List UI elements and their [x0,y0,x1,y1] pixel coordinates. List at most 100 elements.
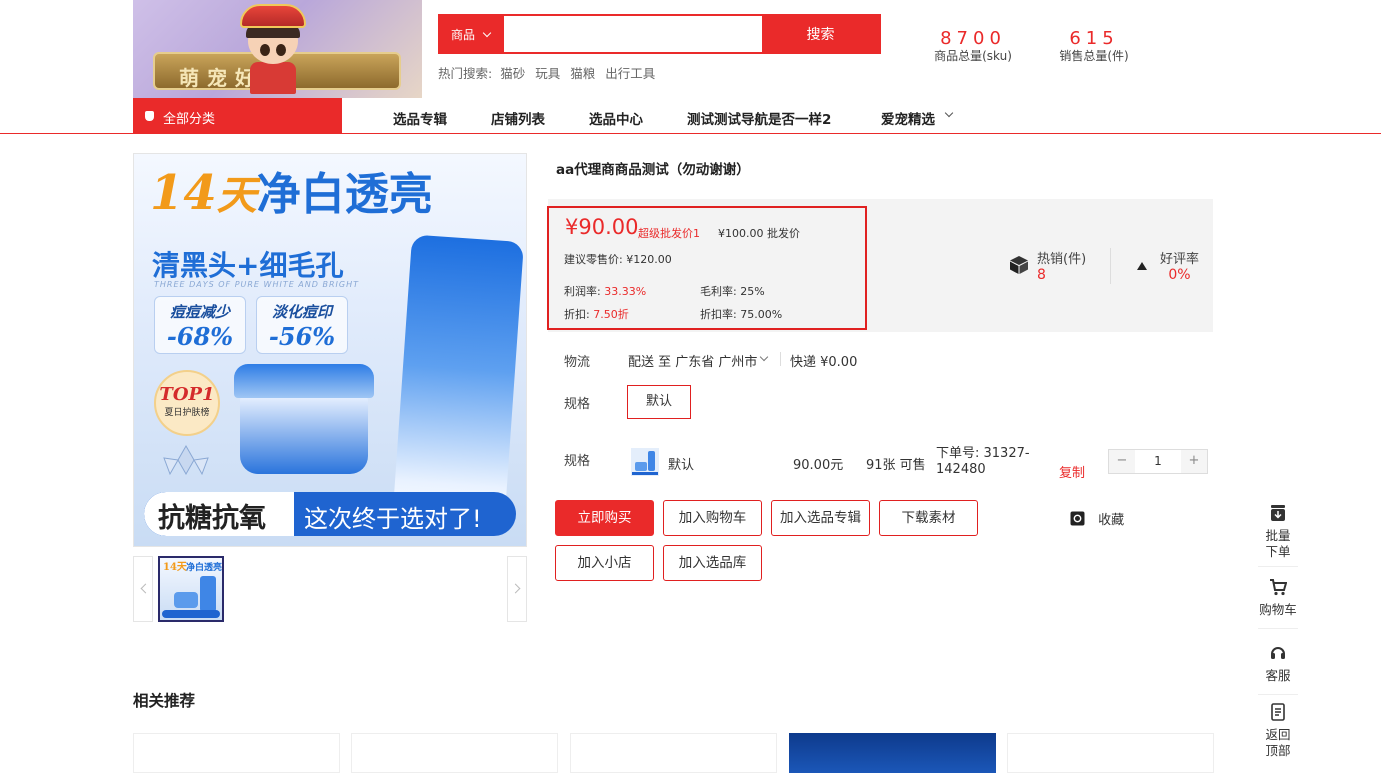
image-stat-card: 淡化痘印 -56% [256,296,348,354]
sku-order-number-line1: 下单号: 31327- [936,446,1030,461]
spec-option-default[interactable]: 默认 [627,385,691,419]
add-to-library-button[interactable]: 加入选品库 [663,545,762,581]
profit-row: 利润率: 33.33% [564,283,646,299]
related-card[interactable] [133,733,340,773]
search-category-select[interactable]: 商品 [440,16,504,52]
sku-price: 90.00元 [793,458,844,473]
hot-search-item[interactable]: 猫粮 [570,66,595,81]
cube-icon [1010,256,1028,274]
hot-sales: 热销(件) 8 [1037,248,1086,283]
site-logo[interactable]: 萌宠好仔 [133,0,422,98]
sku-label: 规格 [564,454,591,469]
thumb-prev-button[interactable] [133,556,153,622]
add-to-cart-button[interactable]: 加入购物车 [663,500,762,536]
sidebar-service[interactable]: 客服 [1258,644,1298,684]
related-card[interactable] [351,733,558,773]
nav-item-test[interactable]: 测试测试导航是否一样2 [687,108,831,128]
product-jar [234,364,374,474]
rating-value: 0% [1168,267,1191,283]
qty-plus-button[interactable]: + [1181,450,1207,473]
image-english-line: THREE DAYS OF PURE WHITE AND BRIGHT [154,280,359,289]
stat-sales: 615 销售总量(件) [1052,28,1136,64]
nav-item-selection-center[interactable]: 选品中心 [589,108,643,128]
search-input[interactable] [504,16,762,52]
sku-order-number: 下单号: 31327- 142480 [936,446,1030,478]
nav-item-albums[interactable]: 选品专辑 [393,108,447,128]
logistics-label: 物流 [564,355,591,370]
buy-now-button[interactable]: 立即购买 [555,500,654,536]
stat-sku: 8700 商品总量(sku) [928,28,1018,64]
price-value: ¥90.00 [565,215,639,239]
bulk-order-icon [1271,505,1285,521]
related-card[interactable] [570,733,777,773]
thumbnail-image: 14天 净白透亮 [162,561,222,618]
retail-price-row: 建议零售价: ¥120.00 [564,251,672,267]
search-bar: 商品 搜索 [438,14,881,54]
chevron-down-icon [944,108,954,118]
stat-sales-value: 615 [1069,28,1119,49]
hot-search: 热门搜索: 猫砂 玩具 猫粮 出行工具 [438,63,661,82]
nav-item-pet-picks-label: 爱宠精选 [881,112,935,128]
hot-search-item[interactable]: 猫砂 [500,66,525,81]
add-to-shop-button[interactable]: 加入小店 [555,545,654,581]
back-to-top-line1: 返回 [1265,727,1291,742]
spec-label: 规格 [564,397,591,412]
product-main-image[interactable]: 14天净白透亮 清黑头+细毛孔 THREE DAYS OF PURE WHITE… [133,153,527,547]
discount-row: 折扣: 7.50折 [564,306,629,322]
related-card[interactable] [1007,733,1214,773]
download-material-button[interactable]: 下载素材 [879,500,978,536]
stat-sku-value: 8700 [940,28,1006,49]
nav-item-pet-picks[interactable]: 爱宠精选 [881,108,935,128]
logo-mascot [238,4,308,94]
ship-to-select[interactable]: 配送 至 广东省 广州市 [628,351,757,370]
hot-search-item[interactable]: 玩具 [535,66,560,81]
search-button[interactable]: 搜索 [762,16,879,52]
all-categories-label: 全部分类 [163,112,216,127]
sidebar-divider [1258,694,1298,695]
back-to-top-line2: 顶部 [1265,743,1291,758]
search-category-label: 商品 [451,28,476,42]
qty-minus-button[interactable]: − [1109,450,1135,473]
sidebar-cart[interactable]: 购物车 [1258,578,1298,618]
thumb-next-button[interactable] [507,556,527,622]
hot-search-label: 热门搜索: [438,66,493,81]
profit-value: 33.33% [604,285,647,298]
ship-to-label: 配送 至 [628,355,672,370]
gross-margin-value: 25% [740,285,765,298]
thumbnail-strip: 14天 净白透亮 [133,556,527,622]
chevron-left-icon [140,583,151,594]
nav-divider [0,133,1381,134]
top1-badge: TOP1 夏日护肤榜 [154,370,220,436]
sidebar-divider [1258,628,1298,629]
hot-search-item[interactable]: 出行工具 [605,66,655,81]
related-title: 相关推荐 [133,692,196,710]
retail-price-label: 建议零售价: [564,253,623,266]
cart-label: 购物车 [1259,602,1297,617]
related-card[interactable] [789,733,996,773]
discount-value: 7.50折 [593,308,629,321]
image-banner: 抗糖抗氧 这次终于选对了! [144,492,516,536]
hot-sales-value: 8 [1037,267,1046,283]
ship-to-value: 广东省 广州市 [675,355,758,370]
qty-input[interactable]: 1 [1135,450,1181,473]
bulk-order-line2: 下单 [1265,544,1291,559]
stat-sku-caption: 商品总量(sku) [934,49,1012,63]
add-to-album-button[interactable]: 加入选品专辑 [771,500,870,536]
product-tube [392,234,524,532]
sidebar-bulk-order[interactable]: 批量 下单 [1258,504,1298,560]
rating-label: 好评率 [1160,252,1200,267]
copy-link[interactable]: 复制 [1059,462,1085,481]
all-categories-menu[interactable]: 全部分类 [133,98,342,134]
favorite-button[interactable]: 收藏 [1070,509,1124,528]
image-headline: 14天净白透亮 [150,165,433,221]
image-subheadline: 清黑头+细毛孔 [152,249,344,282]
rating: 好评率 0% [1160,248,1199,283]
logistics-divider [780,352,781,366]
nav-item-shops[interactable]: 店铺列表 [491,108,545,128]
document-icon [1271,703,1285,721]
thumbnail[interactable]: 14天 净白透亮 [158,556,224,622]
sidebar-back-to-top[interactable]: 返回 顶部 [1258,703,1298,759]
wholesale-price: ¥100.00 批发价 [718,227,800,240]
sku-name: 默认 [668,458,695,473]
price-tag: 超级批发价1 [638,227,700,240]
